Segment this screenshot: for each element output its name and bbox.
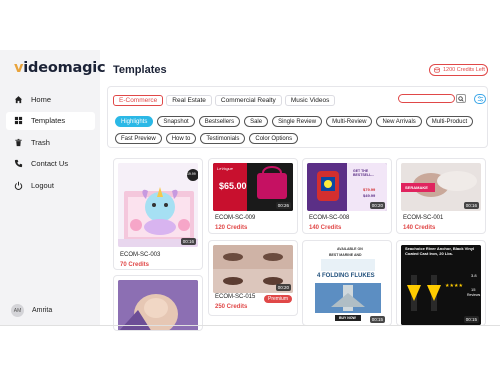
credits-label: 1200 Credits Left: [443, 67, 485, 73]
price-old: $79.99: [363, 187, 376, 192]
sidebar-item-label: Home: [31, 94, 52, 104]
template-card[interactable]: SERAMAKE 00:16 ECOM-SC-001 140 Credits: [396, 158, 486, 234]
reviews-count: 15: [471, 287, 476, 292]
template-card[interactable]: LeVogue $65.00 00:26 ECOM-SC-009 120 Cre…: [208, 158, 298, 234]
duration-badge: 00:16: [463, 202, 479, 209]
search-icon: [458, 95, 464, 102]
template-id: ECOM-SC-015: [215, 294, 256, 300]
premium-badge: Premium: [263, 295, 292, 303]
template-credits: 140 Credits: [403, 225, 436, 231]
sidebar-item-label: Trash: [31, 137, 50, 147]
template-thumbnail: 00:20: [213, 245, 293, 293]
duration-badge: 00:20: [275, 284, 291, 291]
duration-badge: 00:15: [463, 316, 479, 323]
chip-highlights[interactable]: Highlights: [115, 116, 154, 127]
template-thumbnail: LeVogue $65.00 00:26: [213, 163, 293, 211]
page-divider: [0, 325, 500, 326]
tab-commercial-realty[interactable]: Commercial Realty: [214, 95, 282, 106]
sidebar-item-label: Templates: [31, 116, 66, 125]
page-title: Templates: [113, 64, 167, 76]
rating-value: 3.8: [471, 273, 477, 278]
app-logo[interactable]: videomagic: [14, 60, 106, 76]
template-credits: 70 Credits: [120, 262, 150, 268]
tab-real-estate[interactable]: Real Estate: [166, 95, 212, 106]
template-card[interactable]: ★★★★ Seachoice River Anchor, Black Vinyl…: [396, 240, 486, 326]
avatar: AM: [11, 304, 24, 317]
sidebar-item-contact-us[interactable]: Contact Us: [6, 155, 95, 173]
coins-icon: [434, 67, 440, 73]
template-thumbnail: SERAMAKE 00:16: [401, 163, 481, 211]
template-thumbnail: ★★★★ Seachoice River Anchor, Black Vinyl…: [401, 245, 481, 325]
template-thumbnail: $19.99 00:16: [118, 163, 198, 247]
user-profile[interactable]: AM Amrita: [11, 304, 52, 317]
brand-label: LeVogue: [217, 166, 233, 171]
category-tabs: E-Commerce Real Estate Commercial Realty…: [113, 95, 338, 106]
template-credits: 250 Credits: [215, 304, 248, 310]
template-card[interactable]: GET THE BESTSELL... $79.99 $49.99 00:20 …: [302, 158, 392, 234]
price-overlay: $65.00: [219, 181, 247, 191]
price-new: $49.99: [363, 193, 376, 198]
power-icon: [14, 181, 23, 190]
template-card[interactable]: 00:20 ECOM-SC-015 250 Credits Premium: [208, 240, 298, 316]
sidebar-nav: Home Templates Trash Contact Us Logout: [6, 90, 95, 198]
phone-icon: [14, 159, 23, 168]
sidebar-item-label: Logout: [31, 180, 54, 190]
template-id: ECOM-SC-008: [309, 215, 350, 221]
brand-tag: SERAMAKE: [405, 185, 428, 190]
tab-music-videos[interactable]: Music Videos: [284, 95, 336, 106]
sliders-icon: [477, 96, 484, 102]
chip-snapshot[interactable]: Snapshot: [157, 116, 195, 127]
sidebar-item-label: Contact Us: [31, 159, 69, 168]
price-badge: $19.99: [185, 172, 196, 176]
search-button[interactable]: [456, 94, 466, 103]
chip-bestsellers[interactable]: Bestsellers: [198, 116, 241, 127]
headline: GET THE BESTSELL...: [353, 169, 375, 177]
chip-how-to[interactable]: How to: [165, 133, 197, 144]
svg-text:★★★★: ★★★★: [445, 283, 463, 289]
grid-icon: [14, 116, 23, 125]
search-input[interactable]: [398, 94, 455, 103]
home-icon: [14, 95, 23, 104]
template-thumbnail: GET THE BESTSELL... $79.99 $49.99 00:20: [307, 163, 387, 211]
template-card[interactable]: $19.99 00:16 ECOM-SC-003 70 Credits: [113, 158, 203, 270]
duration-badge: 00:16: [180, 238, 196, 245]
filter-button[interactable]: [474, 94, 486, 104]
heading: 4 FOLDING FLUKES: [317, 273, 375, 279]
cta-button[interactable]: BUY NOW: [339, 316, 356, 320]
duration-badge: 00:26: [275, 202, 291, 209]
trash-icon: [14, 138, 23, 147]
template-thumbnail: AVAILABLE ON BEST MARINE AND 4 FOLDING F…: [307, 245, 387, 325]
sidebar-item-logout[interactable]: Logout: [6, 176, 95, 194]
reviews-label: Reviews: [467, 293, 481, 297]
chip-new-arrivals[interactable]: New Arrivals: [376, 116, 422, 127]
template-credits: 120 Credits: [215, 225, 248, 231]
template-id: ECOM-SC-003: [120, 252, 161, 258]
duration-badge: 00:15: [369, 316, 385, 323]
sidebar-item-home[interactable]: Home: [6, 90, 95, 108]
chip-testimonials[interactable]: Testimonials: [200, 133, 246, 144]
product-headline: Seachoice River Anchor, Black Vinyl Coat…: [405, 246, 475, 256]
chip-fast-preview[interactable]: Fast Preview: [115, 133, 162, 144]
subheading: BEST MARINE AND: [329, 253, 362, 257]
filter-chips: Highlights Snapshot Bestsellers Sale Sin…: [115, 116, 485, 150]
available-label: AVAILABLE ON: [337, 247, 363, 251]
chip-color-options[interactable]: Color Options: [249, 133, 299, 144]
sidebar-item-trash[interactable]: Trash: [6, 133, 95, 151]
chip-multi-product[interactable]: Multi-Product: [425, 116, 474, 127]
duration-badge: 00:20: [369, 202, 385, 209]
chip-multi-review[interactable]: Multi-Review: [326, 116, 373, 127]
template-id: ECOM-SC-009: [215, 215, 256, 221]
chip-sale[interactable]: Sale: [244, 116, 269, 127]
template-credits: 140 Credits: [309, 225, 342, 231]
sidebar-item-templates[interactable]: Templates: [6, 111, 95, 130]
template-id: ECOM-SC-001: [403, 215, 444, 221]
chip-single-review[interactable]: Single Review: [272, 116, 323, 127]
template-card[interactable]: [113, 275, 203, 331]
user-name: Amrita: [32, 307, 53, 314]
credits-badge[interactable]: 1200 Credits Left: [429, 64, 488, 76]
template-thumbnail: [118, 280, 198, 330]
template-card[interactable]: AVAILABLE ON BEST MARINE AND 4 FOLDING F…: [302, 240, 392, 326]
tab-e-commerce[interactable]: E-Commerce: [113, 95, 164, 106]
